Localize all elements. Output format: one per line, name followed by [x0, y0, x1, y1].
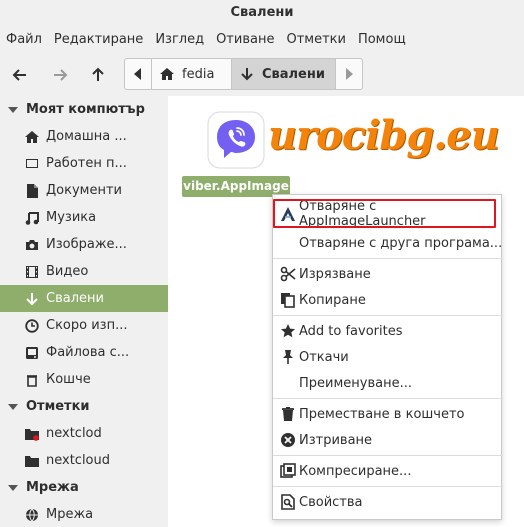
sidebar-item-music[interactable]: Музика — [0, 204, 168, 231]
sidebar-header-computer[interactable]: Моят компютър — [0, 96, 168, 123]
chevron-right-icon — [346, 68, 353, 80]
copy-icon — [280, 292, 296, 308]
star-icon — [280, 323, 296, 339]
path-scroll-right-button[interactable] — [336, 59, 362, 89]
menu-separator — [273, 398, 503, 399]
drive-icon — [24, 345, 40, 361]
sidebar-item-downloads[interactable]: Свалени — [0, 285, 168, 312]
download-icon — [24, 291, 40, 307]
menu-view[interactable]: Изглед — [149, 28, 210, 52]
menu-edit[interactable]: Редактиране — [48, 28, 149, 52]
delete-icon — [280, 432, 296, 448]
folder-icon — [24, 453, 40, 469]
download-icon — [241, 68, 253, 81]
sidebar-item-nextcloud[interactable]: nextcloud — [0, 447, 168, 474]
window-title: Свалени — [230, 5, 294, 20]
context-menu: Отваряне с AppImageLauncher Отваряне с д… — [272, 194, 503, 520]
folder-error-icon — [24, 426, 40, 442]
sidebar-item-filesystem[interactable]: Файлова с... — [0, 339, 168, 366]
trash-icon — [24, 372, 40, 388]
path-home-button[interactable]: fedia — [152, 59, 232, 89]
menu-item-move-to-trash[interactable]: Преместване в кошчето — [273, 401, 503, 427]
menu-separator — [273, 315, 503, 316]
expander-icon — [8, 403, 18, 410]
arrow-up-icon — [92, 67, 104, 81]
highlight-box — [273, 199, 496, 228]
sidebar-item-nextclod[interactable]: nextclod — [0, 420, 168, 447]
pin-icon — [280, 349, 296, 365]
scissors-icon — [280, 266, 296, 282]
forward-button[interactable] — [46, 62, 74, 88]
menu-go[interactable]: Отиване — [210, 28, 280, 52]
sidebar-item-videos[interactable]: Видео — [0, 258, 168, 285]
back-button[interactable] — [6, 62, 34, 88]
desktop-icon — [24, 156, 40, 172]
arrow-left-icon — [12, 69, 26, 81]
film-icon — [24, 264, 40, 280]
menu-item-properties[interactable]: Свойства — [273, 489, 503, 515]
sidebar-item-network[interactable]: Мрежа — [0, 501, 168, 527]
arrow-right-icon — [54, 69, 68, 81]
home-icon — [160, 68, 174, 80]
path-current-button[interactable]: Свалени — [232, 59, 336, 89]
sidebar-item-pictures[interactable]: Изображе... — [0, 231, 168, 258]
menu-separator — [273, 486, 503, 487]
chevron-left-icon — [134, 68, 141, 80]
network-icon — [24, 507, 40, 523]
document-icon — [24, 183, 40, 199]
menu-separator — [273, 258, 503, 259]
music-icon — [24, 210, 40, 226]
path-home-label: fedia — [182, 66, 215, 82]
sidebar-item-documents[interactable]: Документи — [0, 177, 168, 204]
sidebar-item-desktop[interactable]: Работен п... — [0, 150, 168, 177]
sidebar-header-bookmarks[interactable]: Отметки — [0, 393, 168, 420]
trash-icon — [280, 406, 296, 422]
sidebar-item-home[interactable]: Домашна ... — [0, 123, 168, 150]
up-button[interactable] — [84, 62, 112, 88]
menu-item-rename[interactable]: Преименуване... — [273, 370, 503, 396]
menu-bookmarks[interactable]: Отметки — [280, 28, 351, 52]
properties-icon — [280, 494, 296, 510]
menu-file[interactable]: Файл — [0, 28, 48, 52]
expander-icon — [8, 106, 18, 113]
expander-icon — [8, 484, 18, 491]
menu-item-add-to-favorites[interactable]: Add to favorites — [273, 318, 503, 344]
menu-item-open-with-other[interactable]: Отваряне с друга програма... — [273, 230, 503, 256]
camera-icon — [24, 237, 40, 253]
viber-icon — [206, 110, 266, 170]
menu-item-compress[interactable]: Компресиране... — [273, 458, 503, 484]
sidebar-item-recent[interactable]: Скоро изп... — [0, 312, 168, 339]
path-scroll-left-button[interactable] — [125, 59, 152, 89]
sidebar-item-trash[interactable]: Кошче — [0, 366, 168, 393]
menu-item-delete[interactable]: Изтриване — [273, 427, 503, 453]
menu-item-cut[interactable]: Изрязване — [273, 261, 503, 287]
path-current-label: Свалени — [262, 66, 325, 82]
clock-icon — [24, 318, 40, 334]
menu-item-copy[interactable]: Копиране — [273, 287, 503, 313]
archive-icon — [280, 463, 296, 479]
watermark: urocibg.eu — [268, 112, 500, 159]
menu-help[interactable]: Помощ — [352, 28, 412, 52]
sidebar-header-network[interactable]: Мрежа — [0, 474, 168, 501]
home-icon — [24, 129, 40, 145]
menubar: Файл Редактиране Изглед Отиване Отметки … — [0, 28, 524, 52]
path-bar: fedia Свалени — [124, 58, 363, 90]
sidebar: Моят компютър Домашна ... Работен п... Д… — [0, 96, 168, 527]
menu-separator — [273, 455, 503, 456]
menu-item-unpin[interactable]: Откачи — [273, 344, 503, 370]
